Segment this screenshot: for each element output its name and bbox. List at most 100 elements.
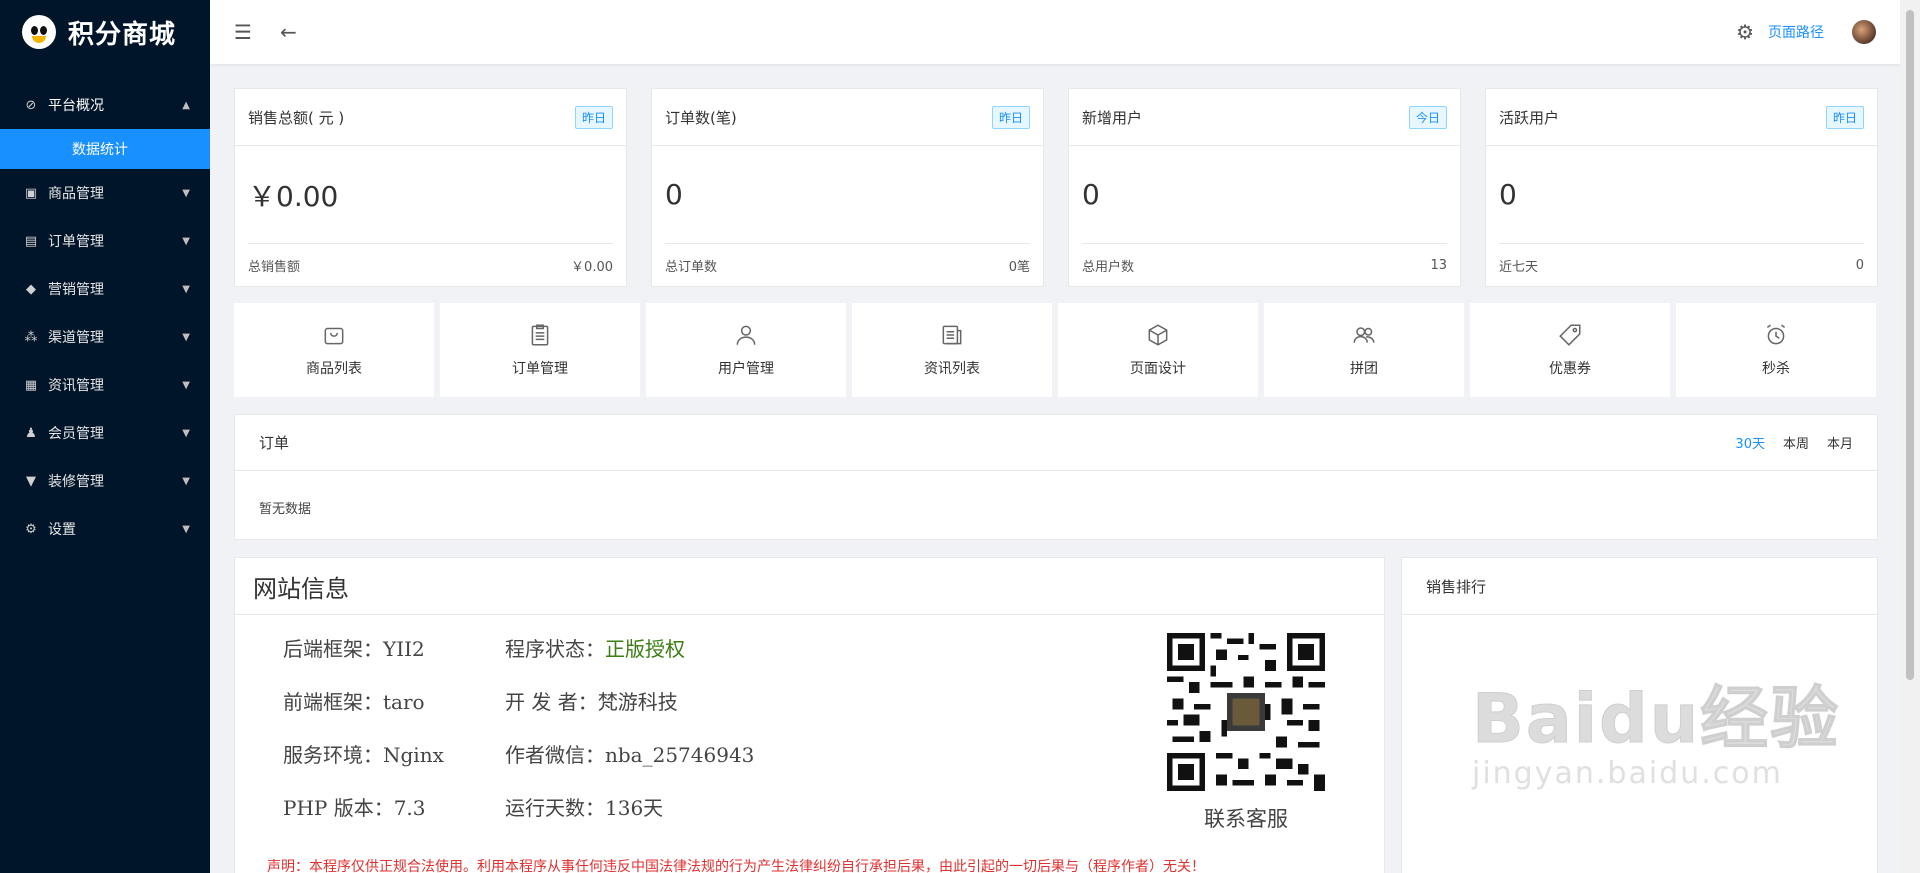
stat-tag: 今日 [1408,105,1447,129]
chevron-down-icon: ▼ [182,475,190,487]
stat-title: 销售总额( 元 ) [248,108,345,127]
sidebar-item-marketing[interactable]: ◆ 营销管理 ▼ [0,265,210,313]
stat-tag: 昨日 [574,105,613,129]
filter-this-month[interactable]: 本月 [1827,433,1853,452]
clipboard-icon [531,324,549,346]
news-icon: ▦ [24,377,38,393]
stat-foot-value: 13 [1430,257,1447,273]
info-program-status: 程序状态： 正版授权 [505,633,925,686]
qr-code-image [1167,633,1325,791]
chevron-down-icon: ▼ [182,331,190,343]
avatar[interactable] [1852,20,1876,44]
stat-foot-value: 0笔 [1008,259,1030,275]
sidebar-item-overview[interactable]: ⊘ 平台概况 ▲ [0,81,210,129]
main-content: 销售总额( 元 ) 昨日 ￥0.00 总销售额 ￥0.00 订单数(笔) 昨日 0 总… [234,88,1878,873]
stat-foot-label: 总用户数 [1082,259,1135,275]
sidebar-item-label: 装修管理 [48,474,104,490]
sidebar-subitem-data-statistics[interactable]: 数据统计 [0,129,210,169]
quick-nav-label: 拼团 [1350,361,1378,377]
quick-nav-page-design[interactable]: 页面设计 [1058,303,1258,397]
quick-nav-label: 用户管理 [718,361,774,377]
info-run-days: 运行天数：136天 [505,796,664,820]
sales-ranking-title: 销售排行 [1402,558,1877,615]
qr-code-block: 联系客服 [1165,633,1327,833]
quick-nav-goods-list[interactable]: 商品列表 [234,303,434,397]
sidebar-item-label: 订单管理 [48,234,104,250]
page-path-link[interactable]: 页面路径 [1768,22,1824,42]
sidebar-item-label: 营销管理 [48,282,104,298]
stat-cards: 销售总额( 元 ) 昨日 ￥0.00 总销售额 ￥0.00 订单数(笔) 昨日 0 总… [234,88,1878,287]
stat-tag: 昨日 [991,105,1030,129]
order-icon: ▤ [24,233,38,249]
stat-card-orders: 订单数(笔) 昨日 0 总订单数 0笔 [651,88,1044,287]
site-info-panel: 网站信息 后端框架：YII2 前端框架：taro 服务环境：Nginx PHP … [234,557,1385,873]
info-developer: 开 发 者：梵游科技 [505,690,678,714]
quick-nav-user-management[interactable]: 用户管理 [646,303,846,397]
sidebar-item-settings[interactable]: ⚙ 设置 ▼ [0,505,210,553]
quick-nav-flash-sale[interactable]: 秒杀 [1676,303,1876,397]
member-icon: ♟ [25,425,37,441]
sidebar-subitem-label: 数据统计 [72,142,128,158]
order-panel: 订单 30天 本周 本月 暂无数据 [234,414,1878,540]
sidebar-item-decoration[interactable]: ▼ 装修管理 ▼ [0,457,210,505]
shopping-bag-icon [324,327,344,345]
quick-nav-label: 秒杀 [1762,361,1790,377]
sidebar-item-label: 平台概况 [48,98,104,114]
decoration-icon: ▼ [26,473,36,489]
watermark-main-text: Baidu经验 [1471,680,1841,760]
app-title: 积分商城 [68,19,177,50]
document-icon [942,325,962,345]
filter-this-week[interactable]: 本周 [1783,433,1809,452]
group-icon [1353,327,1375,343]
back-arrow-icon[interactable]: ← [280,20,297,44]
site-info-title: 网站信息 [235,558,1384,615]
marketing-icon: ◆ [26,281,36,297]
scrollbar-thumb[interactable] [1906,10,1914,680]
chevron-down-icon: ▼ [182,187,190,199]
filter-30-days[interactable]: 30天 [1735,433,1765,452]
sidebar-menu: ⊘ 平台概况 ▲ 数据统计 ▣ 商品管理 ▼ ▤ 订单管理 ▼ ◆ 营销管理 ▼… [0,81,210,553]
chevron-down-icon: ▼ [182,427,190,439]
chevron-down-icon: ▼ [182,235,190,247]
quick-nav-coupon[interactable]: 优惠券 [1470,303,1670,397]
stat-foot-label: 近七天 [1499,259,1539,275]
order-empty-text: 暂无数据 [259,502,312,517]
stat-card-active-users: 活跃用户 昨日 0 近七天 0 [1485,88,1878,287]
stat-value: 0 [665,146,1030,244]
quick-nav-label: 页面设计 [1130,361,1186,377]
stat-card-new-users: 新增用户 今日 0 总用户数 13 [1068,88,1461,287]
bottom-panels: 网站信息 后端框架：YII2 前端框架：taro 服务环境：Nginx PHP … [234,557,1878,873]
settings-icon: ⚙ [25,521,37,537]
chevron-down-icon: ▼ [182,283,190,295]
sidebar-item-channel[interactable]: ⁂ 渠道管理 ▼ [0,313,210,361]
sidebar-item-goods[interactable]: ▣ 商品管理 ▼ [0,169,210,217]
sidebar-item-news[interactable]: ▦ 资讯管理 ▼ [0,361,210,409]
quick-nav: 商品列表 订单管理 用户管理 资讯列表 页面设计 拼团 优惠券 秒杀 [234,303,1878,397]
stat-foot-label: 总订单数 [665,259,718,275]
info-status-value: 正版授权 [605,637,685,661]
sidebar-item-label: 会员管理 [48,426,104,442]
quick-nav-order-management[interactable]: 订单管理 [440,303,640,397]
stat-value: 0 [1499,146,1864,244]
legal-disclaimer: 声明：本程序仅供正规合法使用。利用本程序从事任何违反中国法律法规的行为产生法律纠… [267,859,1205,873]
page-scrollbar[interactable] [1900,0,1920,873]
cube-icon [1148,324,1168,346]
info-status-label: 程序状态： [505,637,605,661]
gear-icon[interactable]: ⚙ [1736,20,1754,44]
quick-nav-group-buy[interactable]: 拼团 [1264,303,1464,397]
logo[interactable]: 积分商城 [0,0,210,64]
user-icon [736,325,756,345]
stat-title: 新增用户 [1082,108,1143,127]
stat-foot-value: 0 [1855,257,1864,273]
sidebar-item-orders[interactable]: ▤ 订单管理 ▼ [0,217,210,265]
menu-fold-icon[interactable]: ☰ [234,20,252,44]
stat-value: ￥0.00 [248,146,613,244]
quick-nav-news-list[interactable]: 资讯列表 [852,303,1052,397]
stat-foot-label: 总销售额 [248,259,301,275]
stat-tag: 昨日 [1825,105,1864,129]
qr-code-label: 联系客服 [1204,807,1288,831]
stat-title: 订单数(笔) [665,108,737,127]
sidebar-item-label: 资讯管理 [48,378,104,394]
alarm-clock-icon [1766,324,1786,345]
sidebar-item-members[interactable]: ♟ 会员管理 ▼ [0,409,210,457]
